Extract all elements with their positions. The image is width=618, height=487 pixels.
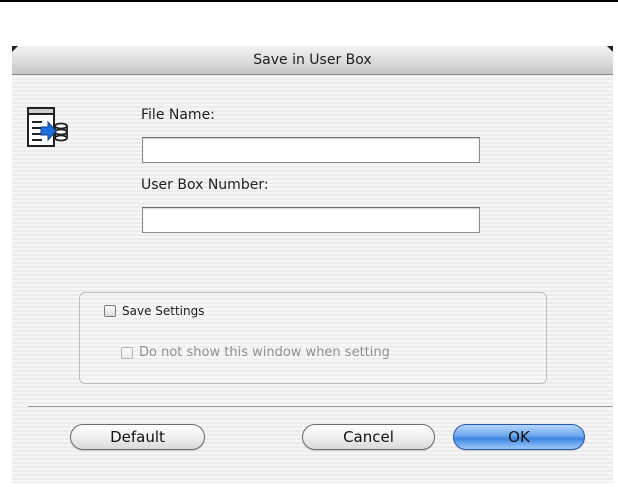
file-name-input[interactable] xyxy=(142,137,480,163)
title-bar[interactable]: Save in User Box xyxy=(12,46,613,75)
dialog-title: Save in User Box xyxy=(253,52,372,68)
user-box-number-label: User Box Number: xyxy=(141,177,269,193)
do-not-show-label: Do not show this window when setting xyxy=(139,345,390,360)
do-not-show-checkbox xyxy=(121,346,133,359)
page-top-rule xyxy=(0,0,618,2)
do-not-show-row: Do not show this window when setting xyxy=(121,345,390,360)
save-to-box-icon xyxy=(27,107,68,147)
user-box-number-input[interactable] xyxy=(142,207,480,233)
button-separator xyxy=(28,406,613,407)
save-settings-label: Save Settings xyxy=(122,304,205,318)
settings-group: Save Settings Do not show this window wh… xyxy=(79,292,547,384)
file-name-label: File Name: xyxy=(141,107,215,123)
cancel-button[interactable]: Cancel xyxy=(302,424,435,450)
ok-button[interactable]: OK xyxy=(453,424,585,450)
save-settings-checkbox[interactable] xyxy=(104,305,116,317)
save-settings-row[interactable]: Save Settings xyxy=(104,304,205,318)
default-button[interactable]: Default xyxy=(70,424,205,450)
save-in-user-box-dialog: Save in User Box File Name: User Box Num… xyxy=(12,46,613,483)
